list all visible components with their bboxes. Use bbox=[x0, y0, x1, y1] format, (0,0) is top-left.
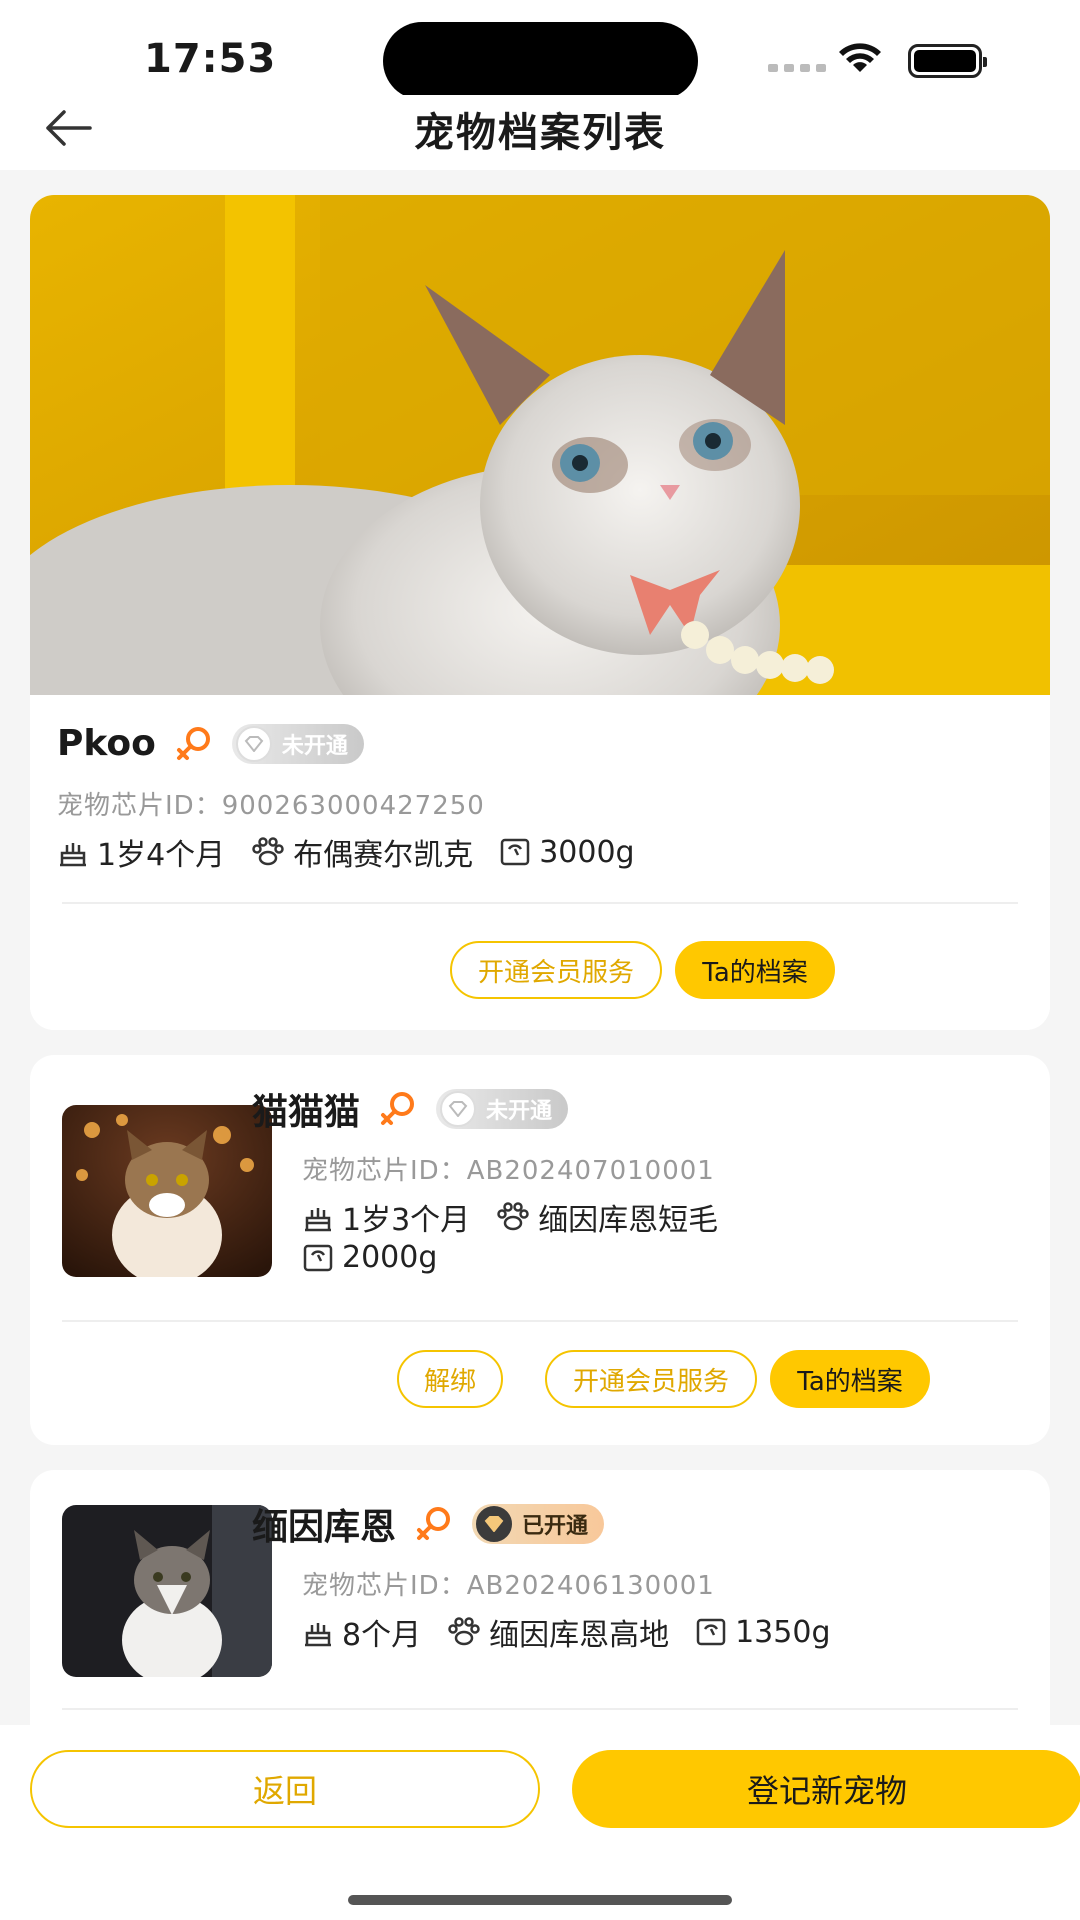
birthday-cake-icon bbox=[305, 1208, 331, 1232]
paw-icon bbox=[252, 837, 284, 866]
pet-stats: 1岁3个月 缅因库恩短毛 bbox=[302, 1195, 718, 1239]
status-time: 17:53 bbox=[144, 36, 277, 82]
pet-stats: 1岁4个月 布偶赛尔凯克 3000g bbox=[57, 830, 635, 874]
page-title: 宠物档案列表 bbox=[414, 110, 666, 156]
paw-icon bbox=[448, 1617, 480, 1646]
pet-card: 缅因库恩 已开通 宠物芯片ID：AB202406130001 8个月 缅因库恩高… bbox=[30, 1470, 1050, 1725]
pet-info: Pkoo 未开通 宠物芯片ID：900263000427250 1岁4个月 布偶… bbox=[30, 695, 1050, 1030]
open-membership-button[interactable]: 开通会员服务 bbox=[450, 941, 662, 999]
chip-id-value: 900263000427250 bbox=[221, 791, 485, 821]
membership-status-badge: 已开通 bbox=[472, 1504, 605, 1544]
chip-id-label: 宠物芯片ID： bbox=[302, 1571, 467, 1601]
diamond-icon bbox=[235, 725, 272, 762]
chip-id-label: 宠物芯片ID： bbox=[302, 1156, 467, 1186]
pet-card: 猫猫猫 未开通 宠物芯片ID：AB202407010001 1岁3个月 缅因库恩… bbox=[30, 1055, 1050, 1445]
female-icon bbox=[417, 1507, 451, 1540]
cellular-signal-icon bbox=[768, 64, 826, 72]
pet-stats: 8个月 缅因库恩高地 1350g bbox=[302, 1610, 830, 1654]
membership-status-text: 未开通 bbox=[486, 1099, 553, 1124]
weight-stat: 1350g bbox=[695, 1615, 830, 1650]
pet-profile-button[interactable]: Ta的档案 bbox=[770, 1350, 930, 1408]
chip-id-value: AB202406130001 bbox=[466, 1571, 715, 1601]
pet-name: Pkoo bbox=[57, 723, 156, 764]
battery-icon bbox=[908, 44, 987, 78]
chip-id-row: 宠物芯片ID：900263000427250 bbox=[57, 785, 485, 822]
pet-profile-button[interactable]: Ta的档案 bbox=[675, 941, 835, 999]
divider bbox=[62, 1708, 1018, 1710]
age-stat: 1岁4个月 bbox=[57, 830, 225, 874]
register-new-pet-button[interactable]: 登记新宠物 bbox=[572, 1750, 1080, 1828]
female-icon bbox=[381, 1092, 415, 1125]
dynamic-island bbox=[383, 22, 698, 100]
chip-id-value: AB202407010001 bbox=[466, 1156, 715, 1186]
pet-stats-row2: 2000g bbox=[302, 1240, 437, 1275]
chip-id-row: 宠物芯片ID：AB202407010001 bbox=[302, 1150, 715, 1187]
birthday-cake-icon bbox=[305, 1623, 331, 1647]
home-indicator[interactable] bbox=[348, 1895, 732, 1905]
membership-status-text: 未开通 bbox=[281, 733, 348, 759]
age-stat: 8个月 bbox=[302, 1610, 421, 1654]
scale-icon bbox=[303, 1244, 333, 1271]
pet-photo bbox=[30, 195, 1050, 695]
membership-status-text: 已开通 bbox=[522, 1514, 589, 1539]
breed-stat: 布偶赛尔凯克 bbox=[251, 830, 473, 874]
back-button[interactable]: 返回 bbox=[30, 1750, 540, 1828]
scale-icon bbox=[696, 1618, 726, 1646]
status-bar: 17:53 bbox=[0, 0, 1080, 110]
scale-icon bbox=[500, 838, 530, 866]
membership-status-badge: 未开通 bbox=[231, 723, 364, 764]
pet-photo bbox=[62, 1105, 272, 1277]
paw-icon bbox=[497, 1202, 529, 1231]
divider bbox=[62, 1320, 1018, 1322]
pet-photo bbox=[62, 1505, 272, 1677]
weight-stat: 3000g bbox=[499, 835, 635, 870]
breed-stat: 缅因库恩高地 bbox=[447, 1610, 669, 1654]
female-icon bbox=[176, 726, 210, 760]
birthday-cake-icon bbox=[60, 843, 86, 867]
pet-list[interactable]: Pkoo 未开通 宠物芯片ID：900263000427250 1岁4个月 布偶… bbox=[0, 170, 1080, 1725]
wifi-icon bbox=[839, 43, 881, 72]
membership-status-badge: 未开通 bbox=[436, 1089, 569, 1129]
nav-bar: 宠物档案列表 bbox=[0, 95, 1080, 170]
diamond-icon bbox=[476, 1506, 513, 1542]
chip-id-row: 宠物芯片ID：AB202406130001 bbox=[302, 1565, 715, 1602]
pet-name: 缅因库恩 bbox=[252, 1507, 397, 1548]
age-stat: 1岁3个月 bbox=[302, 1195, 470, 1239]
divider bbox=[62, 902, 1018, 904]
bottom-action-bar: 返回 登记新宠物 bbox=[0, 1725, 1080, 1920]
pet-name: 猫猫猫 bbox=[252, 1092, 361, 1133]
chip-id-label: 宠物芯片ID： bbox=[57, 791, 222, 821]
weight-stat: 2000g bbox=[302, 1240, 437, 1275]
open-membership-button[interactable]: 开通会员服务 bbox=[545, 1350, 757, 1408]
breed-stat: 缅因库恩短毛 bbox=[496, 1195, 718, 1239]
diamond-icon bbox=[440, 1091, 477, 1127]
pet-card: Pkoo 未开通 宠物芯片ID：900263000427250 1岁4个月 布偶… bbox=[30, 195, 1050, 1030]
unbind-button[interactable]: 解绑 bbox=[397, 1350, 503, 1408]
